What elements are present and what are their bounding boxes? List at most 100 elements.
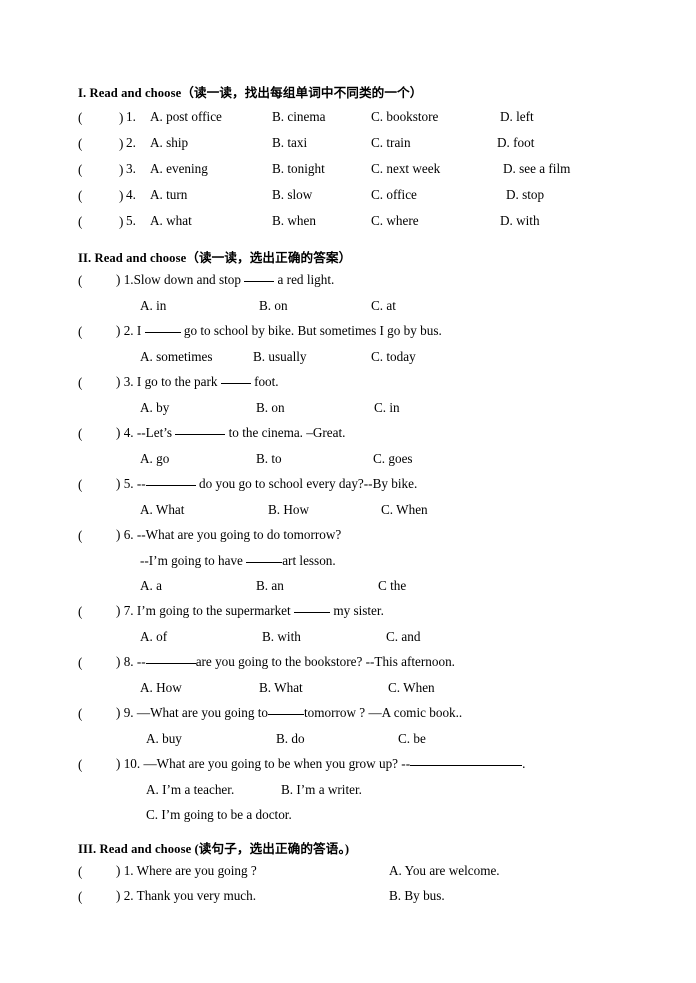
option-b[interactable]: B. usually [253, 350, 306, 363]
item-number: 5. [123, 476, 134, 491]
option-a[interactable]: A. go [140, 452, 169, 465]
item-number: 6. [123, 527, 134, 542]
option-a[interactable]: A. a [140, 579, 162, 592]
option-b[interactable]: B. slow [272, 188, 312, 201]
answer-bracket[interactable]: ( [78, 110, 82, 126]
option-c[interactable]: C. When [381, 503, 428, 516]
subline-before: --I’m going to have [140, 553, 247, 568]
option-c[interactable]: C. I’m going to be a doctor. [146, 808, 292, 821]
bracket-close: ) [116, 863, 121, 878]
answer-bracket[interactable]: ( [78, 706, 82, 722]
worksheet-page: I. Read and choose（读一读，找出每组单词中不同类的一个） ( … [0, 0, 696, 983]
option-c[interactable]: C. where [371, 214, 419, 227]
bracket-close: ) [116, 705, 121, 720]
subline-after: art lesson. [282, 553, 336, 568]
answer-blank[interactable] [145, 663, 196, 664]
question-stem: ) 10. —What are you going to be when you… [116, 757, 525, 770]
answer-bracket[interactable]: ( [78, 375, 82, 391]
answer-bracket-close: ) [119, 214, 124, 229]
option-c[interactable]: C the [378, 579, 406, 592]
option-a[interactable]: A. turn [150, 188, 187, 201]
match-answer[interactable]: A. You are welcome. [389, 864, 500, 877]
option-b[interactable]: B. an [256, 579, 284, 592]
option-c[interactable]: C. goes [373, 452, 413, 465]
answer-bracket[interactable]: ( [78, 324, 82, 340]
answer-bracket[interactable]: ( [78, 477, 82, 493]
answer-bracket[interactable]: ( [78, 162, 82, 178]
option-c[interactable]: C. When [388, 681, 435, 694]
option-a[interactable]: A. of [140, 630, 167, 643]
option-b[interactable]: B. What [259, 681, 303, 694]
answer-bracket[interactable]: ( [78, 273, 82, 289]
answer-blank[interactable] [175, 434, 226, 435]
option-c[interactable]: C. and [386, 630, 420, 643]
option-b[interactable]: B. I’m a writer. [281, 783, 362, 796]
prompt-text: Where are you going ? [136, 863, 257, 878]
option-c[interactable]: C. in [374, 401, 400, 414]
stem-before: I go to the park [136, 374, 221, 389]
answer-bracket[interactable]: ( [78, 655, 82, 671]
answer-blank[interactable] [220, 383, 251, 384]
stem-before: —What are you going to [136, 705, 268, 720]
answer-bracket[interactable]: ( [78, 528, 82, 544]
option-d[interactable]: D. stop [506, 188, 544, 201]
option-a[interactable]: A. by [140, 401, 169, 414]
answer-blank[interactable] [144, 332, 181, 333]
option-c[interactable]: C. office [371, 188, 417, 201]
option-b[interactable]: B. with [262, 630, 301, 643]
bracket-close: ) [116, 425, 121, 440]
option-b[interactable]: B. How [268, 503, 309, 516]
option-b[interactable]: B. do [276, 732, 305, 745]
answer-bracket-close: ) [119, 188, 124, 203]
answer-blank[interactable] [145, 485, 196, 486]
answer-blank[interactable] [244, 281, 275, 282]
answer-bracket[interactable]: ( [78, 214, 82, 230]
option-a[interactable]: A. ship [150, 136, 188, 149]
option-c[interactable]: C. be [398, 732, 426, 745]
option-c[interactable]: C. train [371, 136, 411, 149]
option-a[interactable]: A. buy [146, 732, 182, 745]
option-a[interactable]: A. sometimes [140, 350, 213, 363]
option-c[interactable]: C. bookstore [371, 110, 438, 123]
answer-bracket[interactable]: ( [78, 426, 82, 442]
answer-bracket[interactable]: ( [78, 188, 82, 204]
option-c[interactable]: C. today [371, 350, 416, 363]
option-b[interactable]: B. when [272, 214, 316, 227]
option-b[interactable]: B. taxi [272, 136, 307, 149]
option-b[interactable]: B. on [259, 299, 288, 312]
question-stem: ) 2. I go to school by bike. But sometim… [116, 324, 442, 337]
option-b[interactable]: B. tonight [272, 162, 325, 175]
option-a[interactable]: A. post office [150, 110, 222, 123]
option-d[interactable]: D. left [500, 110, 534, 123]
answer-blank[interactable] [294, 612, 331, 613]
option-b[interactable]: B. cinema [272, 110, 325, 123]
answer-bracket[interactable]: ( [78, 604, 82, 620]
item-number: 1. [123, 272, 134, 287]
option-a[interactable]: A. in [140, 299, 166, 312]
option-d[interactable]: D. with [500, 214, 540, 227]
answer-blank[interactable] [268, 714, 304, 715]
match-answer[interactable]: B. By bus. [389, 889, 445, 902]
option-c[interactable]: C. next week [371, 162, 440, 175]
answer-blank[interactable] [246, 562, 283, 563]
bracket-close: ) [116, 476, 121, 491]
option-a[interactable]: A. What [140, 503, 184, 516]
option-d[interactable]: D. foot [497, 136, 534, 149]
stem-before: -- [136, 654, 146, 669]
stem-after: to the cinema. –Great. [225, 425, 346, 440]
answer-bracket[interactable]: ( [78, 864, 82, 880]
stem-after: . [522, 756, 526, 771]
option-a[interactable]: A. I’m a teacher. [146, 783, 234, 796]
answer-bracket[interactable]: ( [78, 757, 82, 773]
option-c[interactable]: C. at [371, 299, 396, 312]
item-number: 3. [123, 374, 134, 389]
option-a[interactable]: A. How [140, 681, 182, 694]
answer-blank[interactable] [410, 765, 523, 766]
option-b[interactable]: B. on [256, 401, 285, 414]
option-a[interactable]: A. what [150, 214, 192, 227]
option-b[interactable]: B. to [256, 452, 282, 465]
answer-bracket[interactable]: ( [78, 136, 82, 152]
answer-bracket[interactable]: ( [78, 889, 82, 905]
option-d[interactable]: D. see a film [503, 162, 570, 175]
option-a[interactable]: A. evening [150, 162, 208, 175]
